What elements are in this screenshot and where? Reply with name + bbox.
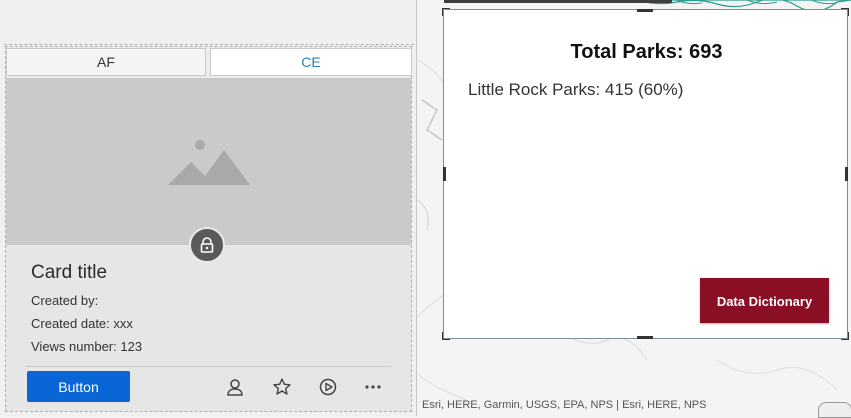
map-attribution: Esri, HERE, Garmin, USGS, EPA, NPS | Esr… [422,399,707,411]
more-icon[interactable] [363,377,383,397]
panel-divider [4,44,414,45]
resize-handle-top-right[interactable] [841,8,849,16]
little-rock-parks-text: Little Rock Parks: 415 (60%) [468,80,684,99]
toolbar-edge [444,0,672,3]
resize-handle-bottom-left[interactable] [442,332,450,340]
card-title: Card title [31,262,108,283]
data-dictionary-button[interactable]: Data Dictionary [700,278,829,323]
resize-handle-bottom[interactable] [637,336,653,339]
created-by-label: Created by: [31,293,99,308]
image-placeholder-icon [168,140,250,185]
resize-handle-top-left[interactable] [442,8,450,16]
user-icon[interactable] [225,377,245,397]
resize-handle-top[interactable] [637,9,653,12]
tab-af[interactable]: AF [6,48,206,76]
lock-icon[interactable] [189,227,225,263]
resize-handle-left[interactable] [443,167,446,181]
card-divider [26,366,391,367]
views-number-label: Views number: 123 [31,339,143,354]
card-tabs: AF CE [6,47,412,78]
parks-summary-widget[interactable]: Total Parks: 693 Little Rock Parks: 415 … [442,8,849,340]
play-icon[interactable] [318,377,338,397]
resize-handle-right[interactable] [845,167,848,181]
builder-panel: AF CE Card title Created by: Created dat… [0,0,417,416]
card-primary-button[interactable]: Button [27,371,130,402]
tab-ce[interactable]: CE [210,48,412,76]
created-date-label: Created date: xxx [31,316,133,331]
star-icon[interactable] [272,377,292,397]
card-widget[interactable]: AF CE Card title Created by: Created dat… [5,46,412,412]
card: Card title Created by: Created date: xxx… [6,78,411,411]
resize-handle-bottom-right[interactable] [841,332,849,340]
total-parks-heading: Total Parks: 693 [570,41,723,63]
card-image-placeholder [6,78,411,245]
